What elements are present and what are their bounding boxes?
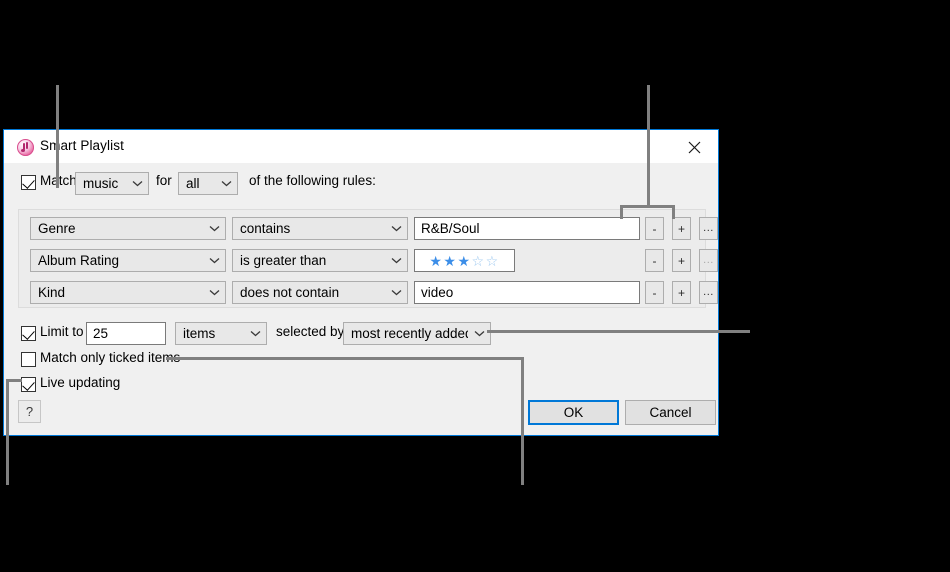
- help-button[interactable]: ?: [18, 400, 41, 423]
- match-checkbox[interactable]: [21, 175, 36, 190]
- more-options-button[interactable]: ...: [699, 249, 718, 272]
- screenshot-root: Smart Playlist Match music for all of th…: [0, 0, 950, 572]
- ok-button[interactable]: OK: [528, 400, 619, 425]
- smart-playlist-dialog: Smart Playlist Match music for all of th…: [3, 129, 719, 436]
- callout-line-selectedby: [487, 330, 750, 333]
- callout-line-live-vertical: [6, 379, 9, 485]
- rule-operator-value: contains: [240, 221, 291, 236]
- media-type-value: music: [83, 176, 119, 191]
- match-row: Match music for all of the following rul…: [4, 164, 718, 196]
- limit-units-select[interactable]: items: [175, 322, 267, 345]
- rule-field-select[interactable]: Genre: [30, 217, 226, 240]
- limit-label: Limit to: [40, 324, 84, 339]
- limit-units-value: items: [183, 326, 216, 341]
- for-label: for: [156, 173, 172, 188]
- cancel-button[interactable]: Cancel: [625, 400, 716, 425]
- quantifier-select[interactable]: all: [178, 172, 238, 195]
- table-row: Kind does not contain video - + ...: [19, 281, 718, 304]
- remove-rule-button[interactable]: -: [645, 249, 664, 272]
- more-options-button[interactable]: ...: [699, 281, 718, 304]
- limit-value-input[interactable]: 25: [86, 322, 166, 345]
- selected-by-label: selected by: [276, 324, 345, 339]
- rule-operator-select[interactable]: is greater than: [232, 249, 408, 272]
- chevron-down-icon: [244, 330, 266, 337]
- chevron-down-icon: [385, 257, 407, 264]
- dialog-title: Smart Playlist: [40, 138, 124, 153]
- star-filled[interactable]: ★: [443, 253, 457, 269]
- rule-field-value: Genre: [38, 221, 76, 236]
- callout-line-ticked-vertical: [521, 357, 524, 485]
- remove-rule-button[interactable]: -: [645, 217, 664, 240]
- chevron-down-icon: [385, 225, 407, 232]
- chevron-down-icon: [126, 180, 148, 187]
- star-empty[interactable]: ☆: [472, 253, 486, 269]
- match-ticked-checkbox[interactable]: [21, 352, 36, 367]
- star-filled[interactable]: ★: [457, 253, 471, 269]
- close-icon[interactable]: [672, 132, 716, 162]
- rule-value-input[interactable]: R&B/Soul: [414, 217, 640, 240]
- chevron-down-icon: [203, 225, 225, 232]
- callout-bracket-addremove-right-tick: [672, 205, 675, 219]
- table-row: Album Rating is greater than ★★★☆☆ - + .…: [19, 249, 718, 272]
- selected-by-value: most recently added: [351, 326, 468, 341]
- rule-operator-value: does not contain: [240, 285, 340, 300]
- callout-bracket-addremove-left-tick: [620, 205, 623, 219]
- rule-operator-value: is greater than: [240, 253, 327, 268]
- itunes-app-icon: [17, 139, 34, 156]
- following-rules-label: of the following rules:: [249, 173, 376, 188]
- rule-operator-select[interactable]: contains: [232, 217, 408, 240]
- selected-by-select[interactable]: most recently added: [343, 322, 491, 345]
- live-updating-checkbox[interactable]: [21, 377, 36, 392]
- limit-row: Limit to 25 items selected by most recen…: [4, 322, 718, 345]
- rule-field-select[interactable]: Kind: [30, 281, 226, 304]
- rule-field-select[interactable]: Album Rating: [30, 249, 226, 272]
- rule-rating-input[interactable]: ★★★☆☆: [414, 249, 515, 272]
- live-updating-label: Live updating: [40, 375, 121, 390]
- star-empty[interactable]: ☆: [486, 253, 500, 269]
- table-row: Genre contains R&B/Soul - + ...: [19, 217, 718, 240]
- add-rule-button[interactable]: +: [672, 249, 691, 272]
- rule-value-input[interactable]: video: [414, 281, 640, 304]
- star-rating[interactable]: ★★★☆☆: [429, 254, 499, 268]
- chevron-down-icon: [385, 289, 407, 296]
- rule-field-value: Album Rating: [38, 253, 120, 268]
- quantifier-value: all: [186, 176, 200, 191]
- chevron-down-icon: [203, 257, 225, 264]
- more-options-button[interactable]: ...: [699, 217, 718, 240]
- limit-checkbox[interactable]: [21, 326, 36, 341]
- rules-panel: Genre contains R&B/Soul - + ... Album Ra…: [18, 209, 718, 308]
- callout-line-addremove-vertical: [647, 85, 650, 207]
- callout-line-ticked-horizontal: [166, 357, 524, 360]
- rule-field-value: Kind: [38, 285, 66, 300]
- callout-bracket-addremove-horizontal: [620, 205, 675, 208]
- add-rule-button[interactable]: +: [672, 217, 691, 240]
- dialog-titlebar[interactable]: Smart Playlist: [4, 130, 718, 164]
- remove-rule-button[interactable]: -: [645, 281, 664, 304]
- add-rule-button[interactable]: +: [672, 281, 691, 304]
- rule-operator-select[interactable]: does not contain: [232, 281, 408, 304]
- chevron-down-icon: [203, 289, 225, 296]
- star-filled[interactable]: ★: [429, 253, 443, 269]
- media-type-select[interactable]: music: [75, 172, 149, 195]
- chevron-down-icon: [215, 180, 237, 187]
- callout-line-match-vertical: [56, 85, 59, 188]
- match-ticked-label: Match only ticked items: [40, 350, 181, 365]
